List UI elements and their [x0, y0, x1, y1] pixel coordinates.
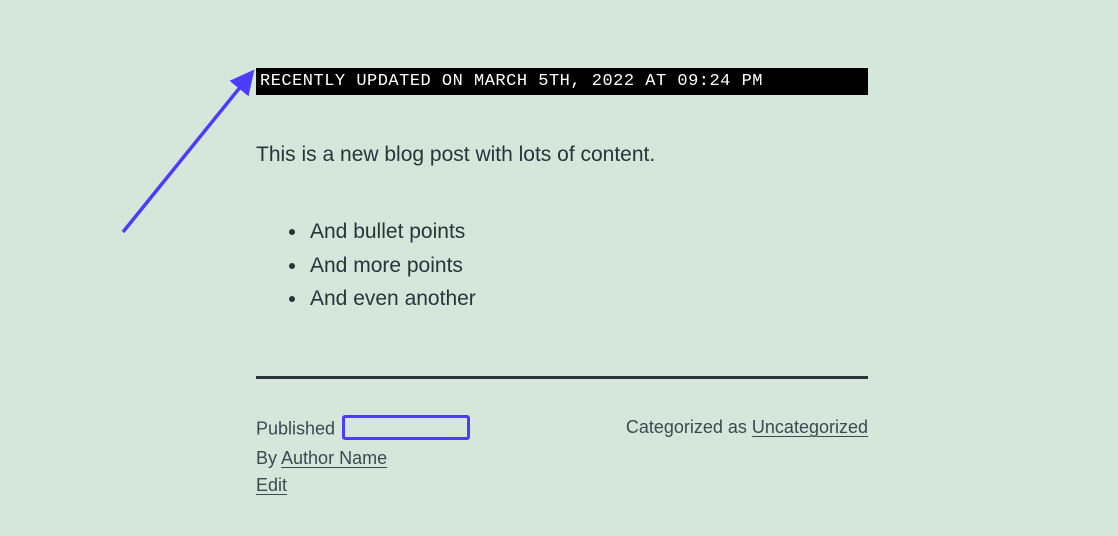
published-date-highlight-box	[342, 415, 470, 440]
arrow-annotation-icon	[115, 67, 260, 237]
post-content: RECENTLY UPDATED ON MARCH 5TH, 2022 AT 0…	[256, 68, 868, 316]
list-item: And bullet points	[308, 215, 868, 249]
by-label: By	[256, 448, 277, 468]
footer-divider	[256, 376, 868, 379]
post-bullet-list: And bullet points And more points And ev…	[308, 215, 868, 316]
list-item: And even another	[308, 282, 868, 316]
updated-banner: RECENTLY UPDATED ON MARCH 5TH, 2022 AT 0…	[256, 68, 868, 95]
post-meta-right: Categorized as Uncategorized	[626, 417, 868, 502]
post-intro-text: This is a new blog post with lots of con…	[256, 143, 868, 167]
edit-line: Edit	[256, 475, 470, 496]
published-label: Published	[256, 418, 335, 438]
post-footer: Published By Author Name Edit Categorize…	[256, 376, 868, 502]
author-link[interactable]: Author Name	[281, 448, 387, 468]
published-line: Published	[256, 417, 470, 442]
categorized-label: Categorized as	[626, 417, 747, 437]
author-line: By Author Name	[256, 448, 470, 469]
list-item: And more points	[308, 249, 868, 283]
post-meta: Published By Author Name Edit Categorize…	[256, 417, 868, 502]
post-meta-left: Published By Author Name Edit	[256, 417, 470, 502]
edit-link[interactable]: Edit	[256, 475, 287, 495]
category-link[interactable]: Uncategorized	[752, 417, 868, 437]
